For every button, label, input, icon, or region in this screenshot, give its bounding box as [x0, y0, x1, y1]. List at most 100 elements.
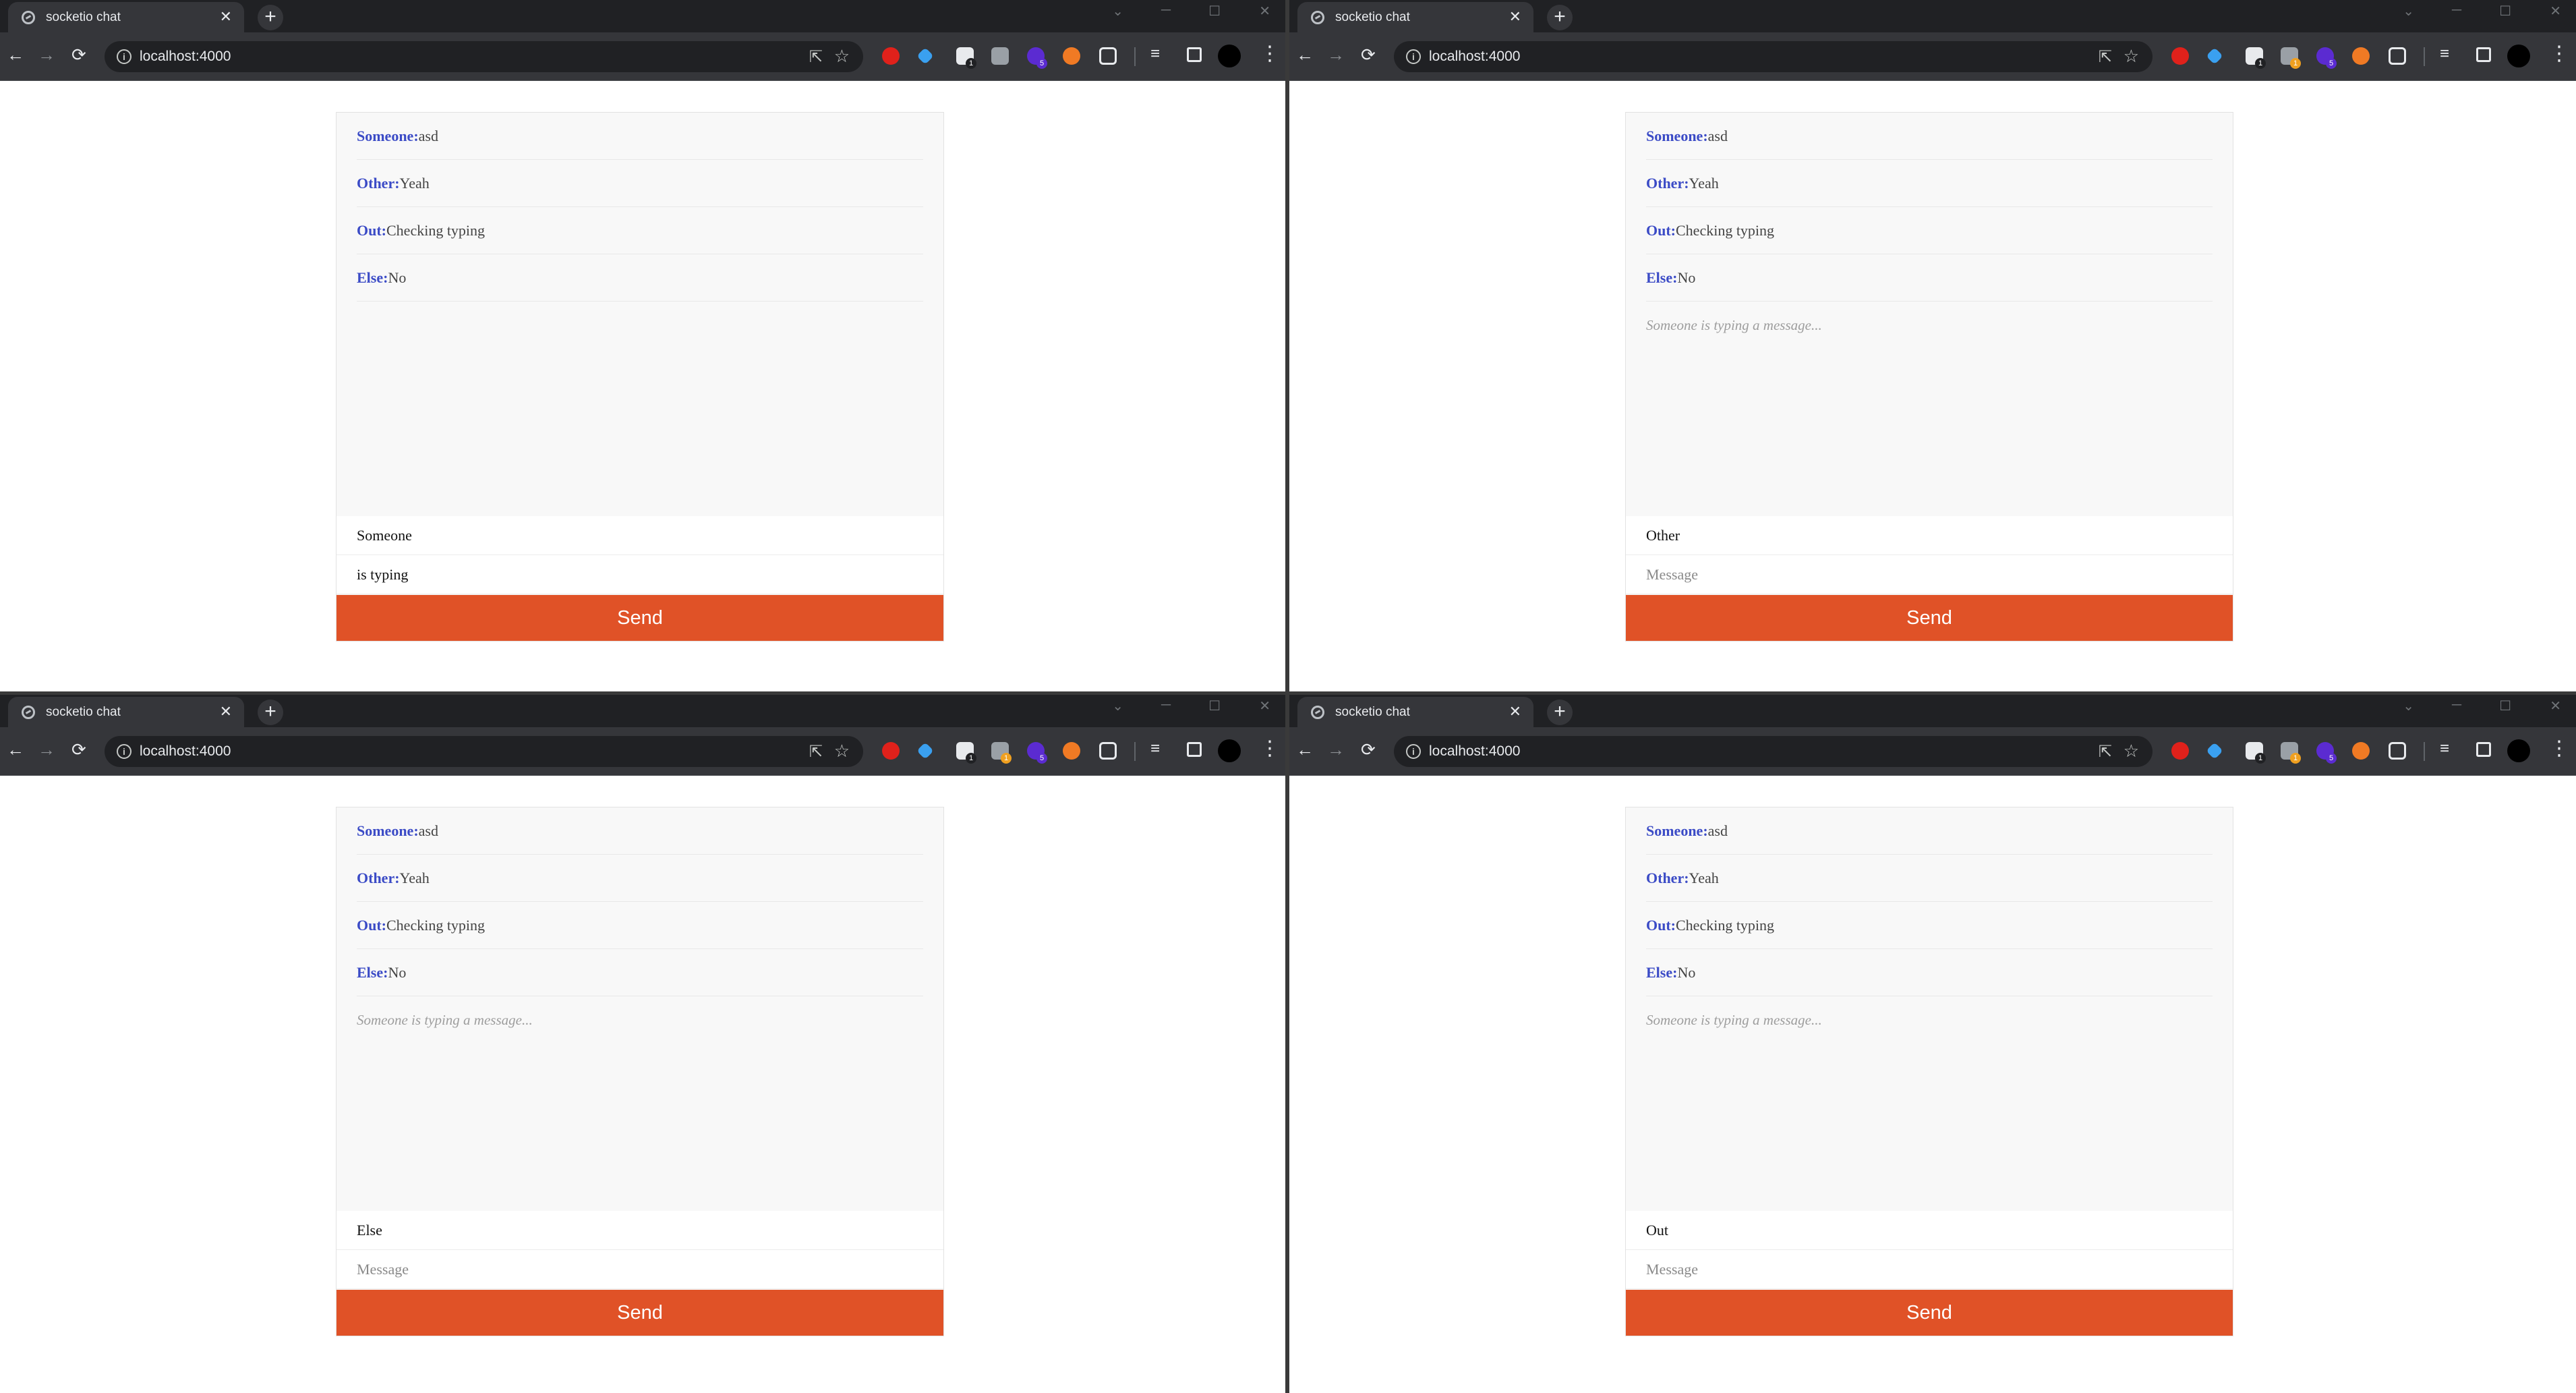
- maximize-button[interactable]: ☐: [1208, 698, 1221, 714]
- tab-close-icon[interactable]: ✕: [220, 8, 232, 26]
- extension-4-icon[interactable]: [991, 47, 1009, 65]
- diamond-extension-icon[interactable]: [2206, 47, 2223, 65]
- forward-arrow-icon[interactable]: →: [38, 45, 55, 65]
- extension-6-icon[interactable]: [1063, 47, 1080, 65]
- url-text[interactable]: localhost:4000: [140, 743, 231, 760]
- diamond-extension-icon[interactable]: [916, 742, 934, 760]
- url-text[interactable]: localhost:4000: [140, 49, 231, 65]
- back-arrow-icon[interactable]: ←: [1296, 45, 1314, 65]
- diamond-extension-icon[interactable]: [2206, 742, 2223, 760]
- star-icon[interactable]: ☆: [834, 741, 850, 762]
- extensions-puzzle-icon[interactable]: [2389, 742, 2406, 760]
- back-arrow-icon[interactable]: ←: [1296, 739, 1314, 760]
- menu-icon[interactable]: ⋮: [1260, 737, 1280, 761]
- avatar[interactable]: [2507, 739, 2530, 762]
- url-text[interactable]: localhost:4000: [1429, 743, 1520, 760]
- extension-6-icon[interactable]: [2352, 47, 2370, 65]
- star-icon[interactable]: ☆: [2124, 741, 2139, 762]
- reading-list-icon[interactable]: ≡: [2440, 739, 2449, 758]
- username-input[interactable]: [1626, 1211, 2233, 1250]
- avatar[interactable]: [2507, 45, 2530, 67]
- share-icon[interactable]: ⇱: [2099, 47, 2112, 67]
- extensions-puzzle-icon[interactable]: [1099, 47, 1117, 65]
- forward-arrow-icon[interactable]: →: [38, 739, 55, 760]
- menu-icon[interactable]: ⋮: [1260, 42, 1280, 66]
- minimize-button[interactable]: ─: [1161, 698, 1171, 713]
- new-tab-button[interactable]: +: [1547, 5, 1573, 30]
- minimize-button[interactable]: ─: [2452, 3, 2461, 18]
- star-icon[interactable]: ☆: [834, 46, 850, 67]
- close-window-button[interactable]: ✕: [2550, 698, 2561, 714]
- message-input[interactable]: [336, 555, 943, 594]
- tab-close-icon[interactable]: ✕: [220, 703, 232, 720]
- reload-icon[interactable]: ⟳: [1361, 45, 1376, 65]
- forward-arrow-icon[interactable]: →: [1327, 45, 1345, 65]
- tab-close-icon[interactable]: ✕: [1509, 8, 1521, 26]
- reload-icon[interactable]: ⟳: [71, 739, 86, 760]
- back-arrow-icon[interactable]: ←: [7, 45, 24, 65]
- avatar[interactable]: [1218, 739, 1241, 762]
- forward-arrow-icon[interactable]: →: [1327, 739, 1345, 760]
- send-button[interactable]: Send: [1626, 595, 2233, 641]
- share-icon[interactable]: ⇱: [809, 47, 823, 67]
- info-icon[interactable]: i: [1406, 744, 1421, 759]
- tab-socketio-chat[interactable]: socketio chat ✕: [8, 2, 244, 32]
- reload-icon[interactable]: ⟳: [71, 45, 86, 65]
- reload-icon[interactable]: ⟳: [1361, 739, 1376, 760]
- close-window-button[interactable]: ✕: [1259, 3, 1270, 20]
- minimize-button[interactable]: ─: [1161, 3, 1171, 18]
- new-tab-button[interactable]: +: [258, 5, 283, 30]
- side-panel-icon[interactable]: [2476, 47, 2491, 62]
- reading-list-icon[interactable]: ≡: [2440, 45, 2449, 63]
- menu-icon[interactable]: ⋮: [2549, 42, 2569, 66]
- tab-search-icon[interactable]: ⌄: [1112, 698, 1123, 714]
- ublock-extension-icon[interactable]: [882, 47, 900, 65]
- extensions-puzzle-icon[interactable]: [1099, 742, 1117, 760]
- star-icon[interactable]: ☆: [2124, 46, 2139, 67]
- tab-socketio-chat[interactable]: socketio chat ✕: [1297, 2, 1533, 32]
- new-tab-button[interactable]: +: [1547, 700, 1573, 725]
- info-icon[interactable]: i: [117, 49, 131, 64]
- maximize-button[interactable]: ☐: [1208, 3, 1221, 20]
- ublock-extension-icon[interactable]: [2171, 47, 2189, 65]
- username-input[interactable]: [336, 516, 943, 555]
- tab-search-icon[interactable]: ⌄: [2403, 3, 2414, 20]
- reading-list-icon[interactable]: ≡: [1150, 739, 1160, 758]
- close-window-button[interactable]: ✕: [1259, 698, 1270, 714]
- tab-close-icon[interactable]: ✕: [1509, 703, 1521, 720]
- message-input[interactable]: [336, 1250, 943, 1289]
- ublock-extension-icon[interactable]: [882, 742, 900, 760]
- username-input[interactable]: [1626, 516, 2233, 555]
- info-icon[interactable]: i: [117, 744, 131, 759]
- minimize-button[interactable]: ─: [2452, 698, 2461, 713]
- reading-list-icon[interactable]: ≡: [1150, 45, 1160, 63]
- send-button[interactable]: Send: [336, 1290, 943, 1336]
- url-text[interactable]: localhost:4000: [1429, 49, 1520, 65]
- share-icon[interactable]: ⇱: [2099, 742, 2112, 762]
- side-panel-icon[interactable]: [1187, 742, 1202, 757]
- address-bar[interactable]: i localhost:4000 ⇱ ☆: [105, 736, 863, 767]
- new-tab-button[interactable]: +: [258, 700, 283, 725]
- tab-search-icon[interactable]: ⌄: [1112, 3, 1123, 20]
- info-icon[interactable]: i: [1406, 49, 1421, 64]
- message-input[interactable]: [1626, 555, 2233, 594]
- address-bar[interactable]: i localhost:4000 ⇱ ☆: [1394, 736, 2153, 767]
- extension-6-icon[interactable]: [2352, 742, 2370, 760]
- side-panel-icon[interactable]: [1187, 47, 1202, 62]
- extension-6-icon[interactable]: [1063, 742, 1080, 760]
- close-window-button[interactable]: ✕: [2550, 3, 2561, 20]
- diamond-extension-icon[interactable]: [916, 47, 934, 65]
- back-arrow-icon[interactable]: ←: [7, 739, 24, 760]
- username-input[interactable]: [336, 1211, 943, 1250]
- maximize-button[interactable]: ☐: [2499, 698, 2511, 714]
- message-input[interactable]: [1626, 1250, 2233, 1289]
- tab-search-icon[interactable]: ⌄: [2403, 698, 2414, 714]
- address-bar[interactable]: i localhost:4000 ⇱ ☆: [105, 41, 863, 72]
- tab-socketio-chat[interactable]: socketio chat ✕: [8, 697, 244, 727]
- menu-icon[interactable]: ⋮: [2549, 737, 2569, 761]
- side-panel-icon[interactable]: [2476, 742, 2491, 757]
- ublock-extension-icon[interactable]: [2171, 742, 2189, 760]
- address-bar[interactable]: i localhost:4000 ⇱ ☆: [1394, 41, 2153, 72]
- tab-socketio-chat[interactable]: socketio chat ✕: [1297, 697, 1533, 727]
- extensions-puzzle-icon[interactable]: [2389, 47, 2406, 65]
